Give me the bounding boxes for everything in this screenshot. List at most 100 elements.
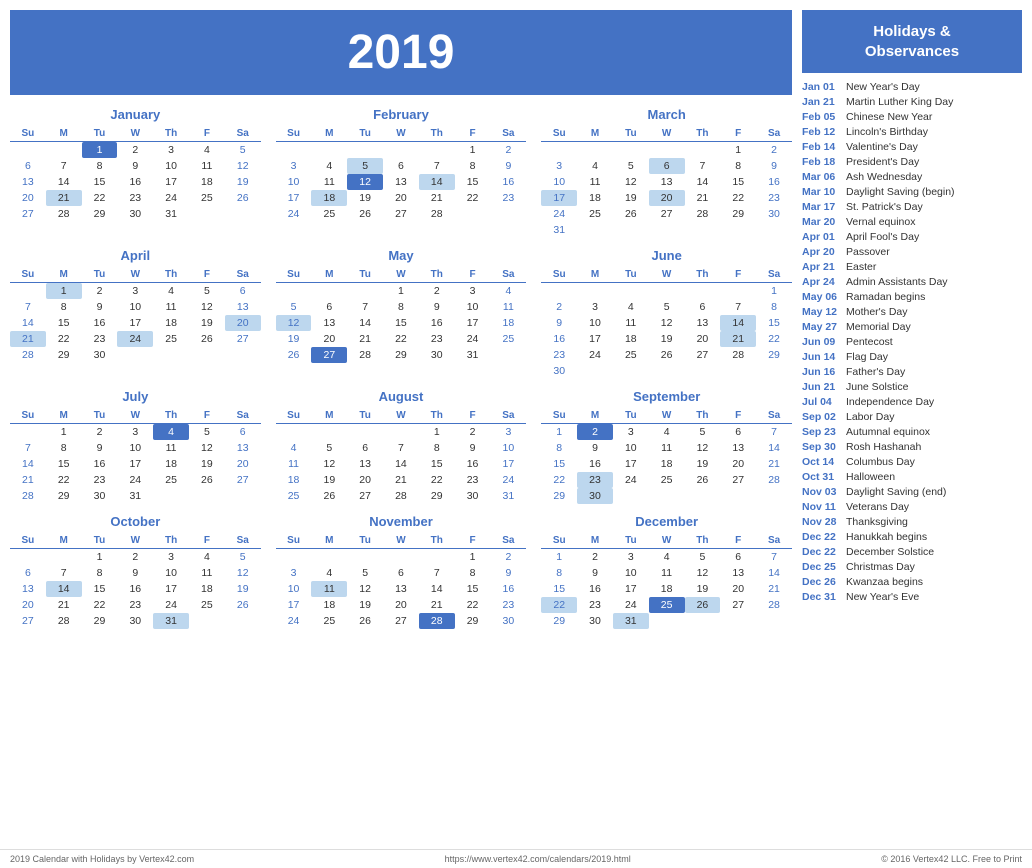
calendar-day: 27 [685, 347, 721, 363]
calendar-day: 19 [189, 315, 225, 331]
calendar-day: 11 [153, 440, 189, 456]
month-block: JulySuMTuWThFSa1234567891011121314151617… [10, 389, 261, 504]
calendar-day: 20 [720, 581, 756, 597]
holiday-item: Jun 21June Solstice [802, 379, 1022, 394]
calendar-day: 6 [720, 424, 756, 441]
calendar-day: 23 [490, 597, 526, 613]
calendar-day: 5 [685, 549, 721, 566]
holiday-item: Jan 21Martin Luther King Day [802, 94, 1022, 109]
calendar-day: 19 [685, 456, 721, 472]
day-header: F [189, 267, 225, 283]
holiday-item: Feb 18President's Day [802, 154, 1022, 169]
calendar-day: 18 [649, 581, 685, 597]
calendar-day: 11 [490, 299, 526, 315]
month-table: SuMTuWThFSa12345678910111213141516171819… [276, 533, 527, 629]
calendar-day [225, 613, 261, 629]
day-header: Su [541, 408, 577, 424]
day-header: Tu [82, 267, 118, 283]
calendar-day: 8 [455, 158, 491, 174]
holiday-date: Oct 14 [802, 456, 840, 468]
calendar-day: 23 [490, 190, 526, 206]
calendar-day [419, 142, 455, 159]
day-header: Tu [613, 533, 649, 549]
calendar-day: 25 [189, 190, 225, 206]
calendar-day: 26 [685, 472, 721, 488]
calendar-day: 6 [311, 299, 347, 315]
calendar-day: 29 [756, 347, 792, 363]
calendar-day [189, 347, 225, 363]
month-title: December [541, 514, 792, 529]
year-header: 2019 [10, 10, 792, 95]
calendar-day: 6 [383, 565, 419, 581]
calendar-day: 18 [153, 315, 189, 331]
day-header: Tu [347, 408, 383, 424]
day-header: W [383, 533, 419, 549]
calendar-day [347, 142, 383, 159]
calendar-day: 8 [541, 440, 577, 456]
calendar-day [577, 142, 613, 159]
day-header: Su [541, 267, 577, 283]
calendar-day: 16 [82, 315, 118, 331]
month-title: March [541, 107, 792, 122]
calendar-day: 29 [455, 613, 491, 629]
calendar-day: 1 [419, 424, 455, 441]
calendar-day [541, 283, 577, 300]
month-title: May [276, 248, 527, 263]
holiday-name: Pentecost [846, 336, 893, 348]
calendar-day: 10 [276, 174, 312, 190]
calendar-day: 12 [276, 315, 312, 331]
calendar-day: 11 [577, 174, 613, 190]
calendar-day: 14 [419, 174, 455, 190]
day-header: Th [419, 267, 455, 283]
holiday-item: Mar 10Daylight Saving (begin) [802, 184, 1022, 199]
calendar-day: 12 [189, 299, 225, 315]
calendar-day: 14 [10, 456, 46, 472]
calendar-day [347, 549, 383, 566]
calendar-day: 13 [720, 440, 756, 456]
day-header: Tu [613, 408, 649, 424]
calendar-day: 27 [720, 597, 756, 613]
calendar-day: 3 [490, 424, 526, 441]
calendar-day [455, 206, 491, 222]
calendar-day: 28 [756, 597, 792, 613]
calendar-day: 10 [613, 565, 649, 581]
month-table: SuMTuWThFSa12345678910111213141516171819… [541, 533, 792, 629]
calendar-day [613, 142, 649, 159]
calendar-day: 11 [189, 158, 225, 174]
calendar-day: 6 [225, 424, 261, 441]
calendar-day [577, 222, 613, 238]
calendar-day [225, 206, 261, 222]
calendar-day [720, 283, 756, 300]
calendar-day: 9 [82, 440, 118, 456]
holiday-name: April Fool's Day [846, 231, 919, 243]
calendar-day: 7 [419, 565, 455, 581]
calendar-day: 24 [577, 347, 613, 363]
calendar-day: 28 [419, 206, 455, 222]
calendar-day: 29 [46, 488, 82, 504]
calendar-day: 9 [490, 158, 526, 174]
calendar-day: 4 [577, 158, 613, 174]
calendar-day [649, 142, 685, 159]
calendar-day: 2 [577, 424, 613, 441]
calendar-day [490, 347, 526, 363]
calendar-day: 12 [225, 158, 261, 174]
calendar-day: 3 [153, 549, 189, 566]
calendar-day: 27 [383, 206, 419, 222]
calendar-day: 27 [347, 488, 383, 504]
day-header: Sa [756, 533, 792, 549]
holiday-name: Chinese New Year [846, 111, 932, 123]
calendar-day: 19 [347, 190, 383, 206]
calendar-day: 14 [347, 315, 383, 331]
calendar-day: 7 [756, 424, 792, 441]
month-title: April [10, 248, 261, 263]
calendar-day: 29 [46, 347, 82, 363]
day-header: M [46, 267, 82, 283]
month-table: SuMTuWThFSa12345678910111213141516171819… [541, 408, 792, 504]
calendar-day: 16 [117, 581, 153, 597]
day-header: Th [685, 533, 721, 549]
holiday-name: Daylight Saving (begin) [846, 186, 955, 198]
calendar-day: 2 [541, 299, 577, 315]
calendar-day: 29 [383, 347, 419, 363]
calendar-day: 30 [577, 488, 613, 504]
holiday-item: Mar 17St. Patrick's Day [802, 199, 1022, 214]
